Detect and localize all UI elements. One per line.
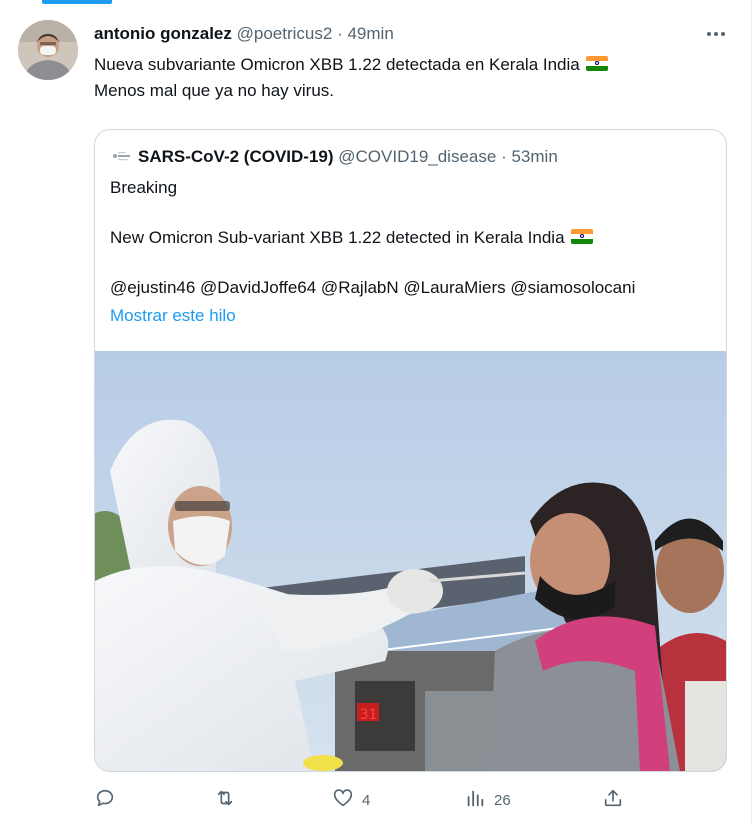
tweet-text: Nueva subvariante Omicron XBB 1.22 detec… [94,52,714,104]
retweet-icon [214,787,236,813]
quoted-line-breaking: Breaking [110,178,178,197]
share-icon [602,787,624,813]
separator-dot: · [337,24,343,43]
quoted-line-headline: New Omicron Sub-variant XBB 1.22 detecte… [110,226,720,250]
separator-dot: · [501,147,507,166]
quoted-author-name[interactable]: SARS-CoV-2 (COVID-19) [138,147,334,166]
india-flag-icon [570,229,593,244]
quoted-timestamp[interactable]: 53min [511,147,557,166]
views-count: 26 [494,791,511,809]
quoted-tweet-body: Breaking New Omicron Sub-variant XBB 1.2… [110,176,720,328]
quoted-tweet[interactable]: SARS-CoV-2 (COVID-19) @COVID19_disease ·… [94,129,727,772]
india-flag-icon [585,56,608,71]
analytics-icon [464,787,486,813]
like-button[interactable]: 4 [332,788,370,812]
author-name[interactable]: antonio gonzalez [94,24,232,43]
tweet-actions: 4 26 [94,788,714,812]
reply-icon [94,787,116,813]
quoted-tweet-photo[interactable]: 31 [95,351,726,771]
quoted-tweet-header: SARS-CoV-2 (COVID-19) @COVID19_disease ·… [110,146,558,168]
avatar[interactable] [18,20,78,80]
more-horizontal-icon[interactable] [702,21,730,47]
heart-icon [332,787,354,813]
top-tab-indicator [42,0,112,4]
show-thread-link[interactable]: Mostrar este hilo [110,304,720,328]
author-handle[interactable]: @poetricus2 [237,24,333,43]
views-button[interactable]: 26 [464,788,511,812]
like-count: 4 [362,791,371,809]
quoted-headline-text: New Omicron Sub-variant XBB 1.22 detecte… [110,228,565,247]
reply-button[interactable] [94,788,116,812]
retweet-button[interactable] [214,788,236,812]
share-button[interactable] [602,788,624,812]
column-border [751,0,752,824]
tweet-header: antonio gonzalez @poetricus2 · 49min [94,24,394,44]
tweet-text-line1: Nueva subvariante Omicron XBB 1.22 detec… [94,55,580,74]
tweet-timestamp[interactable]: 49min [347,24,393,43]
quoted-author-handle[interactable]: @COVID19_disease [338,147,496,166]
svg-text:31: 31 [360,707,377,723]
quoted-mentions[interactable]: @ejustin46 @DavidJoffe64 @RajlabN @Laura… [110,276,720,300]
tweet-text-line2: Menos mal que ya no hay virus. [94,81,335,100]
quoted-author-avatar-icon [110,147,132,165]
